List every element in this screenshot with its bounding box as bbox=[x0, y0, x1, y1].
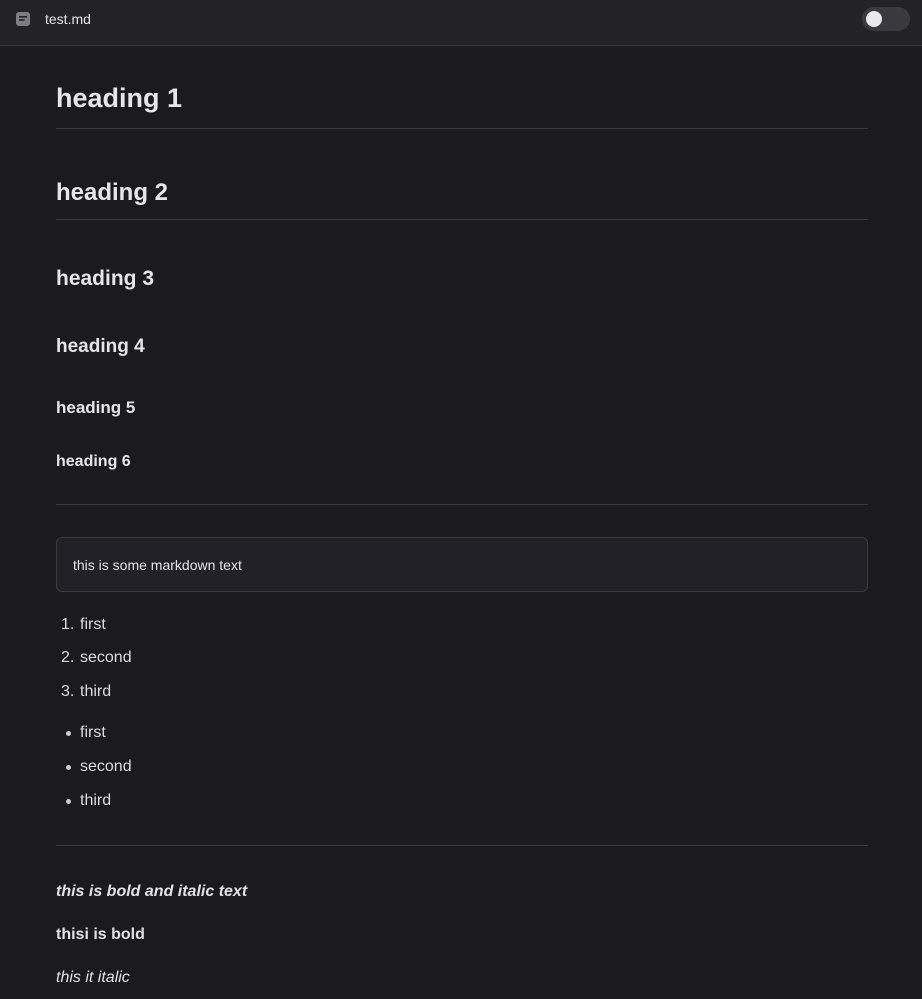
heading-5: heading 5 bbox=[56, 398, 136, 417]
list-marker: 1. bbox=[61, 616, 75, 633]
bold-italic-text: this is bold and italic text bbox=[56, 883, 248, 900]
horizontal-rule bbox=[56, 504, 868, 505]
heading-1: heading 1 bbox=[56, 83, 183, 113]
document-icon bbox=[16, 12, 30, 26]
heading-1-underline bbox=[56, 128, 868, 129]
list-item-text: second bbox=[80, 758, 132, 775]
italic-text: this it italic bbox=[56, 969, 130, 986]
list-item-text: third bbox=[80, 792, 112, 809]
bold-text: thisi is bold bbox=[56, 926, 145, 943]
code-block-text: this is some markdown text bbox=[73, 557, 242, 573]
heading-2: heading 2 bbox=[56, 179, 169, 206]
top-bar: test.md bbox=[0, 0, 922, 46]
code-block: this is some markdown text bbox=[56, 537, 868, 592]
horizontal-rule bbox=[56, 845, 868, 846]
bullet-icon bbox=[66, 765, 71, 770]
bullet-icon bbox=[66, 731, 71, 736]
list-item-text: second bbox=[80, 649, 132, 666]
heading-3: heading 3 bbox=[56, 267, 155, 290]
bullet-icon bbox=[66, 799, 71, 804]
toggle-knob bbox=[866, 11, 882, 27]
list-marker: 3. bbox=[61, 683, 75, 700]
heading-6: heading 6 bbox=[56, 453, 131, 470]
list-item-text: third bbox=[80, 683, 112, 700]
list-item-text: first bbox=[80, 616, 106, 633]
list-item-text: first bbox=[80, 724, 106, 741]
theme-toggle[interactable] bbox=[862, 7, 910, 31]
list-marker: 2. bbox=[61, 649, 75, 666]
heading-2-underline bbox=[56, 219, 868, 220]
heading-4: heading 4 bbox=[56, 336, 145, 357]
file-name: test.md bbox=[45, 11, 91, 27]
